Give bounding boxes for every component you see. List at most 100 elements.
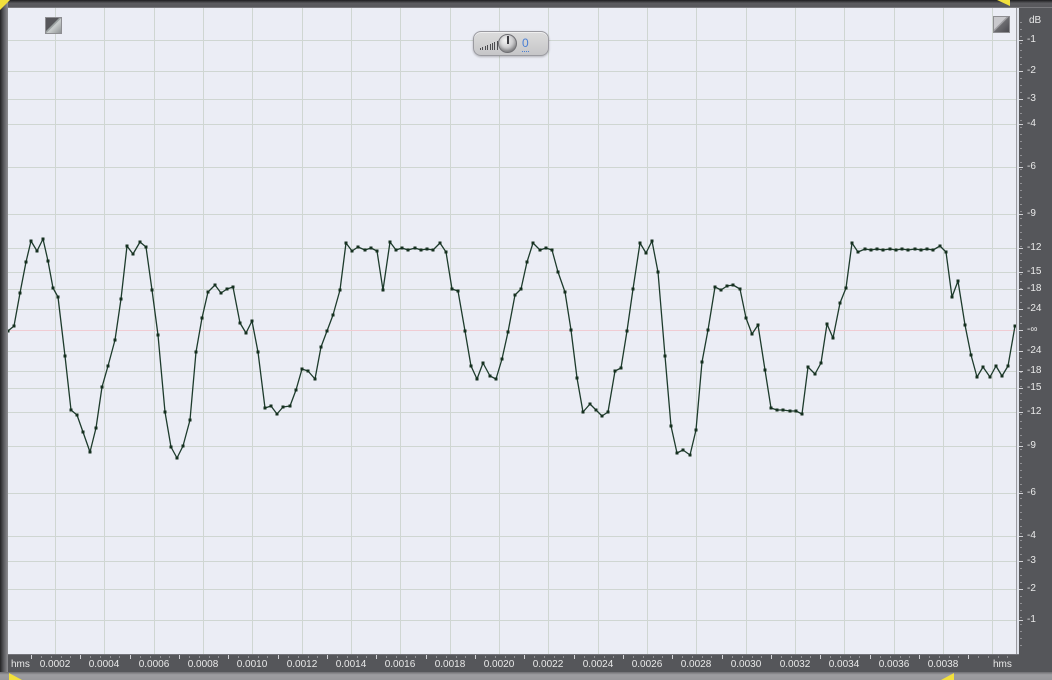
sample-dot[interactable] [356,245,360,249]
sample-dot[interactable] [538,248,542,252]
sample-dot[interactable] [269,404,273,408]
waveform-trace[interactable] [8,238,1016,459]
sample-dot[interactable] [406,248,410,252]
sample-dot[interactable] [919,248,923,252]
sample-dot[interactable] [75,413,79,417]
sample-dot[interactable] [119,297,123,301]
sample-dot[interactable] [669,424,673,428]
sample-dot[interactable] [569,328,573,332]
sample-dot[interactable] [963,323,967,327]
rotary-knob-icon[interactable] [498,34,517,53]
sample-dot[interactable] [69,408,73,412]
sample-dot[interactable] [469,364,473,368]
sample-dot[interactable] [56,295,60,299]
sample-dot[interactable] [731,283,735,287]
sample-dot[interactable] [881,248,885,252]
sample-dot[interactable] [18,291,22,295]
sample-dot[interactable] [263,406,267,410]
sample-dot[interactable] [575,376,579,380]
sample-dot[interactable] [525,260,529,264]
sample-dot[interactable] [519,287,523,291]
sample-dot[interactable] [350,249,354,253]
gain-value[interactable]: 0 [522,37,529,52]
sample-dot[interactable] [781,408,785,412]
sample-dot[interactable] [775,408,779,412]
sample-dot[interactable] [975,375,979,379]
sample-dot[interactable] [369,246,373,250]
sample-dot[interactable] [531,241,535,245]
sample-dot[interactable] [213,283,217,287]
sample-dot[interactable] [51,286,55,290]
sample-dot[interactable] [969,353,973,357]
sample-dot[interactable] [138,240,142,244]
sample-dot[interactable] [294,388,298,392]
sample-dot[interactable] [994,364,998,368]
sample-dot[interactable] [644,251,648,255]
sample-dot[interactable] [619,366,623,370]
sample-dot[interactable] [925,247,929,251]
sample-dot[interactable] [738,287,742,291]
sample-dot[interactable] [656,270,660,274]
waveform-canvas[interactable] [8,8,1016,654]
sample-dot[interactable] [563,290,567,294]
sample-dot[interactable] [481,361,485,365]
sample-dot[interactable] [238,321,242,325]
sample-dot[interactable] [319,345,323,349]
sample-dot[interactable] [794,409,798,413]
sample-dot[interactable] [425,247,429,251]
sample-dot[interactable] [94,426,98,430]
sample-dot[interactable] [169,445,173,449]
sample-dot[interactable] [181,444,185,448]
sample-dot[interactable] [875,247,879,251]
sample-dot[interactable] [144,245,148,249]
sample-dot[interactable] [650,239,654,243]
sample-dot[interactable] [338,288,342,292]
sample-dot[interactable] [813,372,817,376]
sample-dot[interactable] [700,360,704,364]
sample-dot[interactable] [125,244,129,248]
sample-dot[interactable] [506,330,510,334]
sample-dot[interactable] [250,319,254,323]
sample-dot[interactable] [869,248,873,252]
sample-dot[interactable] [281,405,285,409]
gain-control[interactable]: 0 [473,31,549,56]
sample-dot[interactable] [981,365,985,369]
sample-dot[interactable] [556,270,560,274]
sample-dot[interactable] [12,324,16,328]
sample-dot[interactable] [944,250,948,254]
sample-dot[interactable] [431,248,435,252]
sample-dot[interactable] [913,247,917,251]
sample-dot[interactable] [850,241,854,245]
sample-dot[interactable] [725,284,729,288]
sample-dot[interactable] [331,313,335,317]
sample-dot[interactable] [550,248,554,252]
sample-dot[interactable] [300,367,304,371]
sample-dot[interactable] [719,288,723,292]
sample-dot[interactable] [544,246,548,250]
sample-dot[interactable] [413,246,417,250]
sample-dot[interactable] [844,286,848,290]
sample-dot[interactable] [856,250,860,254]
sample-dot[interactable] [163,410,167,414]
sample-dot[interactable] [131,252,135,256]
sample-dot[interactable] [800,412,804,416]
sample-dot[interactable] [100,385,104,389]
sample-dot[interactable] [838,301,842,305]
sample-dot[interactable] [988,375,992,379]
sample-dot[interactable] [41,237,45,241]
sample-dot[interactable] [631,287,635,291]
sample-dot[interactable] [706,328,710,332]
sample-dot[interactable] [200,316,204,320]
sample-dot[interactable] [113,338,117,342]
sample-dot[interactable] [713,285,717,289]
sample-dot[interactable] [81,430,85,434]
sample-dot[interactable] [306,369,310,373]
sample-dot[interactable] [831,336,835,340]
sample-dot[interactable] [256,350,260,354]
sample-dot[interactable] [438,241,442,245]
sample-dot[interactable] [625,329,629,333]
sample-dot[interactable] [24,260,28,264]
sample-dot[interactable] [394,248,398,252]
sample-dot[interactable] [344,241,348,245]
fold-corner-icon[interactable] [45,17,62,34]
